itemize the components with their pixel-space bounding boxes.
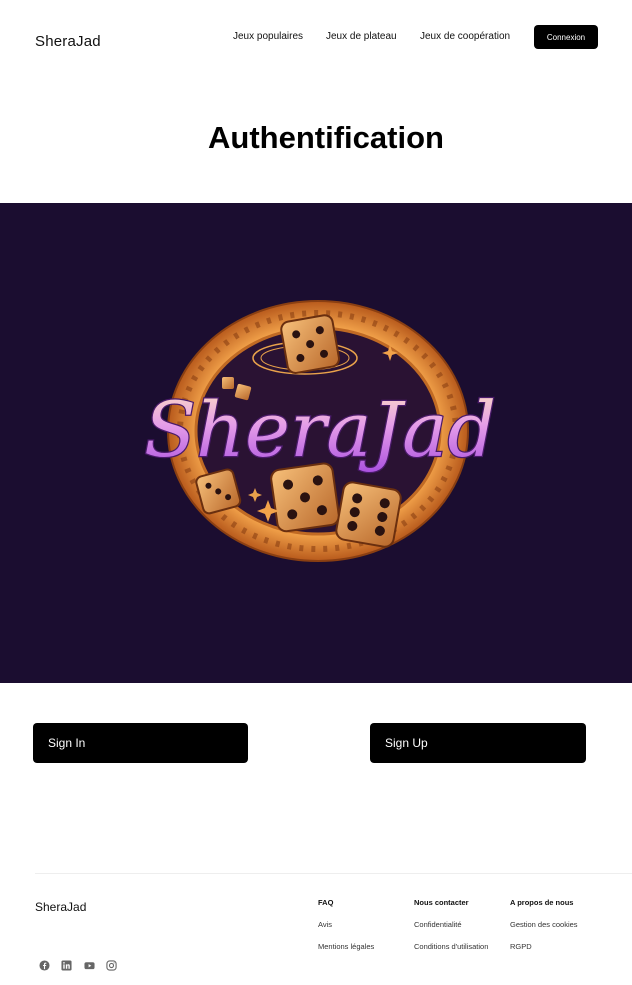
footer-link-mentions-legales[interactable]: Mentions légales bbox=[318, 942, 374, 951]
sign-in-button[interactable]: Sign In bbox=[33, 723, 248, 763]
footer-col-faq-title[interactable]: FAQ bbox=[318, 898, 333, 907]
footer-link-rgpd[interactable]: RGPD bbox=[510, 942, 532, 951]
nav-jeux-de-cooperation[interactable]: Jeux de coopération bbox=[420, 31, 510, 42]
sherajad-logo-image: SheraJad bbox=[143, 300, 497, 562]
brand-logo[interactable]: SheraJad bbox=[35, 33, 101, 50]
instagram-icon[interactable] bbox=[106, 960, 117, 971]
footer-link-avis[interactable]: Avis bbox=[318, 920, 332, 929]
linkedin-icon[interactable] bbox=[61, 960, 72, 971]
youtube-icon[interactable] bbox=[84, 960, 95, 971]
hero-banner: SheraJad bbox=[0, 203, 632, 683]
footer-brand[interactable]: SheraJad bbox=[35, 900, 86, 914]
footer-link-conditions[interactable]: Conditions d'utilisation bbox=[414, 942, 488, 951]
footer-divider bbox=[35, 873, 632, 874]
footer-col-apropos-title[interactable]: A propos de nous bbox=[510, 898, 573, 907]
footer-link-cookies[interactable]: Gestion des cookies bbox=[510, 920, 578, 929]
sign-up-button[interactable]: Sign Up bbox=[370, 723, 586, 763]
nav-jeux-de-plateau[interactable]: Jeux de plateau bbox=[326, 31, 397, 42]
footer-link-confidentialite[interactable]: Confidentialité bbox=[414, 920, 462, 929]
nav-jeux-populaires[interactable]: Jeux populaires bbox=[233, 31, 303, 42]
logo-text: SheraJad bbox=[144, 385, 496, 474]
footer-col-contact-title[interactable]: Nous contacter bbox=[414, 898, 469, 907]
facebook-icon[interactable] bbox=[39, 960, 50, 971]
login-button[interactable]: Connexion bbox=[534, 25, 598, 49]
page-title: Authentification bbox=[208, 120, 444, 155]
